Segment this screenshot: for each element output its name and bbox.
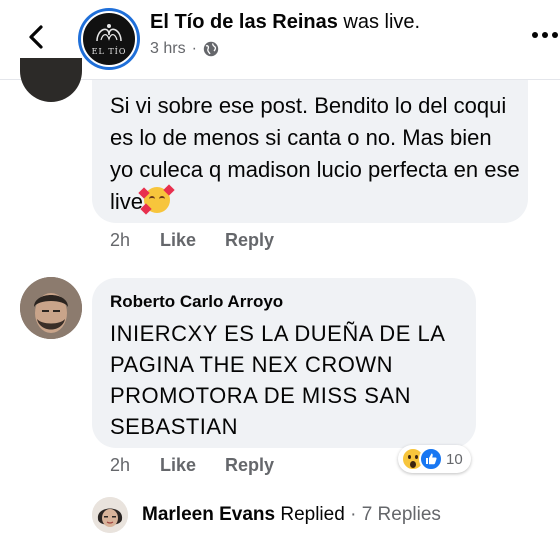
crown-logo-icon: [96, 24, 122, 42]
back-button[interactable]: [22, 22, 52, 52]
like-button[interactable]: Like: [160, 455, 225, 476]
reaction-count: 10: [446, 450, 463, 468]
post-time[interactable]: 3 hrs: [150, 40, 186, 58]
commenter-avatar[interactable]: [20, 58, 82, 102]
page-logo-text: EL TÍO: [91, 47, 127, 56]
comment-text: Si vi sobre ese post. Bendito lo del coq…: [110, 90, 520, 218]
more-options-button[interactable]: [530, 28, 560, 42]
replier-name: Marleen Evans: [142, 504, 276, 525]
avatar-photo: [20, 277, 82, 339]
comment-text: INIERCXY ES LA DUEÑA DE LA PAGINA THE NE…: [110, 321, 445, 439]
post-action-text: was live.: [337, 11, 421, 33]
like-reaction-icon: [419, 447, 443, 471]
replied-label: Replied: [275, 504, 345, 525]
more-dots-icon: [532, 32, 558, 38]
reply-button[interactable]: Reply: [225, 455, 274, 476]
globe-icon: [203, 41, 219, 57]
comment-actions: 2h Like Reply: [110, 455, 274, 476]
page-avatar[interactable]: EL TÍO: [78, 8, 140, 70]
meta-separator: ·: [191, 40, 197, 57]
comment-bubble: Si vi sobre ese post. Bendito lo del coq…: [92, 80, 528, 223]
comment-time[interactable]: 2h: [110, 230, 160, 251]
replier-avatar[interactable]: [92, 497, 128, 533]
chevron-left-icon: [29, 25, 43, 49]
avatar-photo: [92, 497, 128, 533]
page-logo: EL TÍO: [81, 11, 137, 67]
comment-body: Si vi sobre ese post. Bendito lo del coq…: [110, 93, 520, 214]
reactions-summary[interactable]: 10: [398, 445, 471, 473]
comment-author[interactable]: Roberto Carlo Arroyo: [110, 292, 283, 312]
reply-count: 7 Replies: [361, 504, 441, 525]
reply-button[interactable]: Reply: [225, 230, 274, 251]
post-header: EL TÍO El Tío de las Reinas was live. 3 …: [0, 0, 560, 80]
comment-actions: 2h Like Reply: [110, 230, 274, 251]
post-title: El Tío de las Reinas was live.: [150, 11, 420, 34]
commenter-avatar[interactable]: [20, 277, 82, 339]
like-button[interactable]: Like: [160, 230, 225, 251]
reply-separator: ·: [344, 504, 362, 525]
page-name-link[interactable]: El Tío de las Reinas: [150, 11, 338, 33]
smiling-face-with-hearts-icon: [138, 184, 175, 215]
comment-time[interactable]: 2h: [110, 455, 160, 476]
view-replies-link[interactable]: Marleen Evans Replied · 7 Replies: [142, 504, 441, 526]
comment-bubble: Roberto Carlo Arroyo INIERCXY ES LA DUEÑ…: [92, 278, 476, 448]
post-meta: 3 hrs ·: [150, 40, 219, 58]
